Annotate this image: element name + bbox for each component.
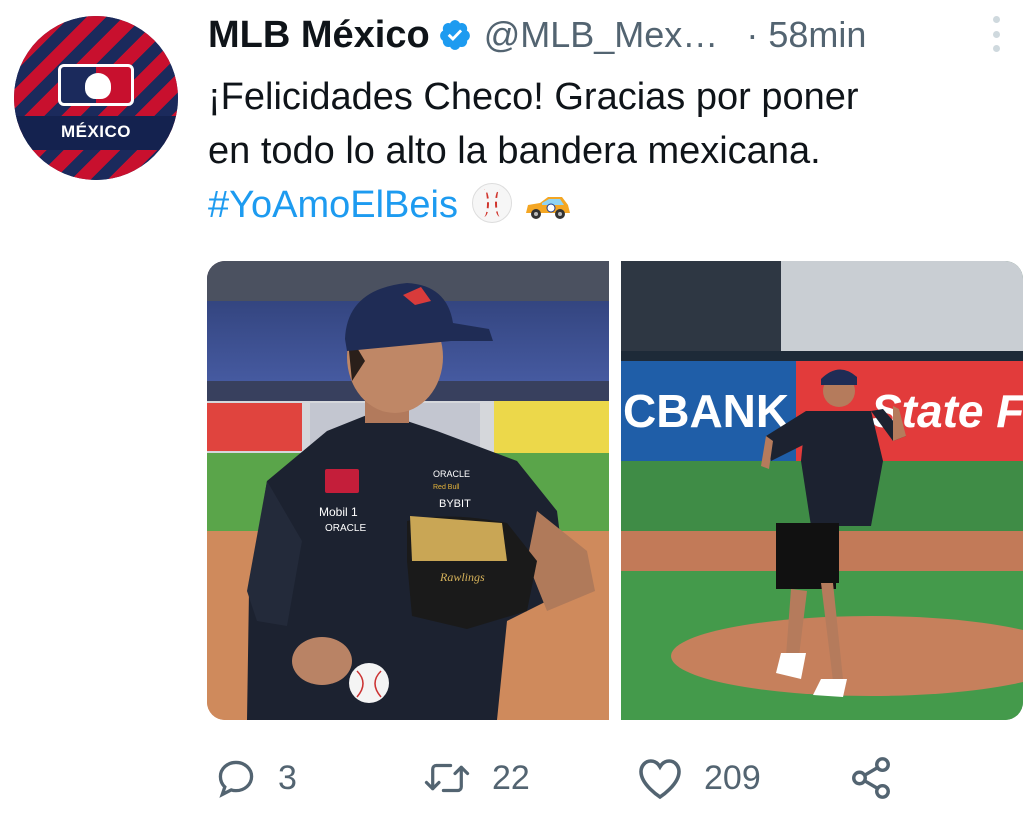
tweet[interactable]: MÉXICO MLB México @MLB_Mex… · 58min ¡Fel… (0, 0, 1023, 819)
more-options-icon[interactable] (986, 14, 1006, 54)
race-car-icon (525, 197, 570, 219)
retweet-count: 22 (492, 758, 530, 797)
player-with-glove-image: ORACLE Red Bull BYBIT Mobil 1 ORACLE Raw… (207, 261, 609, 720)
player-throwing-pitch-photo[interactable]: CBANK State F (621, 261, 1023, 720)
shirt-sponsor-racing: Red Bull (433, 484, 460, 491)
batter-silhouette-icon (85, 73, 111, 99)
share-icon (852, 757, 890, 799)
tweet-text: ¡Felicidades Checo! Gracias por poner en… (208, 70, 1008, 232)
like-count: 209 (704, 758, 761, 797)
tweet-text-line-3: #YoAmoElBeis (208, 178, 1008, 232)
separator-dot: · (746, 14, 759, 55)
like-button[interactable]: 209 (636, 748, 761, 808)
tweet-text-line-2: en todo lo alto la bandera mexicana. (208, 130, 821, 172)
player-throwing-image: CBANK State F (621, 261, 1023, 720)
glove-brand: Rawlings (439, 570, 485, 584)
banner-text-cbank: CBANK (623, 385, 789, 437)
shirt-sponsor-mobil: Mobil 1 (319, 505, 358, 519)
avatar-label: MÉXICO (60, 122, 132, 141)
display-name[interactable]: MLB México (208, 14, 430, 57)
baseball-icon (471, 183, 512, 223)
tweet-actions: 3 22 209 (208, 748, 1008, 808)
verified-badge-icon (439, 20, 470, 50)
handle[interactable]: @MLB_Mex… (484, 14, 719, 56)
shirt-sponsor-oracle-redbull: ORACLE (433, 469, 470, 479)
hashtag-link[interactable]: #YoAmoElBeis (208, 184, 458, 226)
avatar[interactable]: MÉXICO (14, 16, 178, 180)
media-grid[interactable]: ORACLE Red Bull BYBIT Mobil 1 ORACLE Raw… (207, 261, 1023, 720)
timestamp[interactable]: 58min (768, 14, 866, 56)
reply-icon (218, 760, 254, 798)
tweet-header: MLB México @MLB_Mex… · 58min (208, 10, 1008, 60)
shirt-sponsor-bybit: BYBIT (439, 498, 471, 510)
share-button[interactable] (848, 748, 894, 808)
shirt-sponsor-oracle: ORACLE (325, 523, 366, 534)
reply-count: 3 (278, 758, 297, 797)
player-with-glove-photo[interactable]: ORACLE Red Bull BYBIT Mobil 1 ORACLE Raw… (207, 261, 609, 720)
mlb-logo-icon (58, 64, 134, 106)
reply-button[interactable]: 3 (214, 748, 297, 808)
retweet-icon (424, 763, 470, 793)
retweet-button[interactable]: 22 (422, 748, 530, 808)
tweet-text-line-1: ¡Felicidades Checo! Gracias por poner (208, 76, 859, 118)
heart-icon (639, 759, 681, 800)
